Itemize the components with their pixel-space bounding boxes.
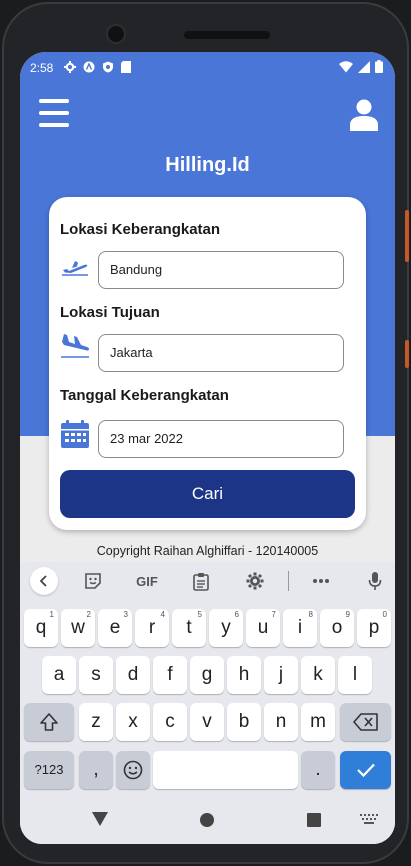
gear-icon — [246, 572, 264, 590]
key-n[interactable]: n — [264, 703, 298, 741]
key-g[interactable]: g — [190, 656, 224, 694]
origin-label: Lokasi Keberangkatan — [60, 221, 221, 238]
system-navigation-bar — [20, 794, 395, 844]
keyboard-collapse-button[interactable] — [30, 567, 58, 595]
search-form-card: Lokasi Keberangkatan Bandung Lokasi Tuju… — [49, 197, 366, 530]
airplane-takeoff-icon — [62, 261, 88, 276]
key-o[interactable]: o9 — [320, 609, 354, 647]
clipboard-button[interactable] — [187, 567, 215, 595]
key-l[interactable]: l — [338, 656, 372, 694]
clipboard-icon — [193, 572, 209, 591]
voice-input-button[interactable] — [361, 567, 389, 595]
sticker-icon — [85, 573, 101, 589]
back-triangle-icon[interactable] — [92, 812, 108, 826]
checkmark-icon — [356, 763, 375, 778]
volume-button — [405, 210, 409, 262]
key-m[interactable]: m — [301, 703, 335, 741]
key-k[interactable]: k — [301, 656, 335, 694]
home-circle-icon[interactable] — [200, 813, 214, 827]
more-horizontal-icon — [313, 579, 329, 583]
airplane-landing-icon — [61, 334, 90, 358]
emoji-key[interactable] — [116, 751, 150, 789]
toolbar-divider — [288, 571, 289, 591]
front-camera — [108, 26, 124, 42]
key-j[interactable]: j — [264, 656, 298, 694]
key-s[interactable]: s — [79, 656, 113, 694]
key-e[interactable]: e3 — [98, 609, 132, 647]
microphone-icon — [368, 572, 382, 590]
shift-key[interactable] — [24, 703, 74, 741]
key-a[interactable]: a — [42, 656, 76, 694]
comma-key[interactable]: , — [79, 751, 113, 789]
gif-button[interactable]: GIF — [132, 567, 162, 595]
phone-frame: 2:58 Hilling.Id Lokasi Keberangkatan Ban… — [2, 2, 409, 864]
sticker-button[interactable] — [79, 567, 107, 595]
menu-icon[interactable] — [39, 99, 69, 129]
key-y[interactable]: y6 — [209, 609, 243, 647]
notification-icons — [64, 61, 131, 73]
status-time: 2:58 — [30, 61, 54, 75]
wifi-icon — [339, 60, 353, 72]
shield-icon — [103, 61, 113, 73]
date-input[interactable]: 23 mar 2022 — [98, 420, 344, 458]
sd-card-icon — [121, 61, 131, 73]
device-screen: 2:58 Hilling.Id Lokasi Keberangkatan Ban… — [20, 52, 395, 844]
key-u[interactable]: u7 — [246, 609, 280, 647]
period-key[interactable]: . — [301, 751, 335, 789]
key-q[interactable]: q1 — [24, 609, 58, 647]
earpiece-speaker — [184, 31, 270, 39]
key-d[interactable]: d — [116, 656, 150, 694]
space-key[interactable] — [153, 751, 298, 789]
app-title: Hilling.Id — [165, 154, 250, 176]
settings-icon — [64, 61, 76, 73]
symbols-key[interactable]: ?123 — [24, 751, 74, 789]
destination-label: Lokasi Tujuan — [60, 304, 160, 321]
key-c[interactable]: c — [153, 703, 187, 741]
key-b[interactable]: b — [227, 703, 261, 741]
keyboard-settings-button[interactable] — [241, 567, 269, 595]
key-i[interactable]: i8 — [283, 609, 317, 647]
key-r[interactable]: r4 — [135, 609, 169, 647]
calendar-icon — [61, 420, 89, 448]
keyboard-toolbar: GIF — [20, 562, 395, 600]
key-t[interactable]: t5 — [172, 609, 206, 647]
origin-input[interactable]: Bandung — [98, 251, 344, 289]
enter-key[interactable] — [340, 751, 391, 789]
chevron-left-icon — [39, 575, 47, 587]
cellular-signal-icon — [358, 60, 370, 73]
backspace-icon — [352, 713, 378, 731]
keyboard-switch-icon[interactable] — [360, 814, 378, 824]
copyright-text: Copyright Raihan Alghiffari - 120140005 — [96, 544, 319, 558]
status-bar: 2:58 — [20, 52, 395, 82]
more-options-button[interactable] — [307, 567, 335, 595]
backspace-key[interactable] — [340, 703, 391, 741]
key-z[interactable]: z — [79, 703, 113, 741]
key-w[interactable]: w2 — [61, 609, 95, 647]
key-v[interactable]: v — [190, 703, 224, 741]
power-button — [405, 340, 409, 368]
vpn-icon — [83, 61, 95, 73]
key-x[interactable]: x — [116, 703, 150, 741]
key-h[interactable]: h — [227, 656, 261, 694]
date-label: Tanggal Keberangkatan — [60, 387, 229, 404]
battery-icon — [375, 60, 383, 73]
search-button[interactable]: Cari — [60, 470, 355, 518]
destination-input[interactable]: Jakarta — [98, 334, 344, 372]
key-p[interactable]: p0 — [357, 609, 391, 647]
key-f[interactable]: f — [153, 656, 187, 694]
shift-icon — [40, 713, 58, 731]
emoji-icon — [123, 760, 143, 780]
user-profile-icon[interactable] — [350, 99, 378, 131]
recents-square-icon[interactable] — [307, 813, 321, 827]
system-indicators — [339, 60, 383, 73]
